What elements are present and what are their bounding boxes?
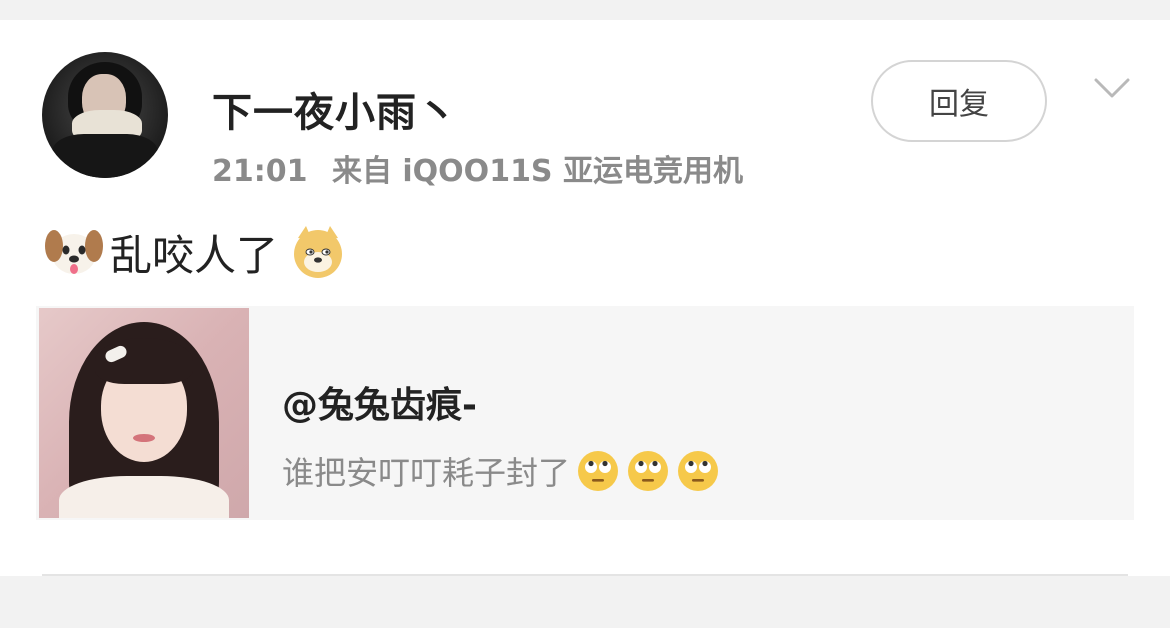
face-with-rolling-eyes-icon bbox=[578, 451, 619, 491]
post-time: 21:01 bbox=[212, 154, 308, 189]
post-source: 来自 iQOO11S 亚运电竞用机 bbox=[331, 154, 743, 189]
quoted-post-thumbnail[interactable] bbox=[39, 308, 249, 518]
quoted-text-row: 谁把安叮叮耗子封了 bbox=[282, 446, 720, 496]
quoted-author[interactable]: @兔兔齿痕- bbox=[282, 376, 477, 428]
divider bbox=[42, 574, 1128, 576]
post-meta: 21:01 来自 iQOO11S 亚运电竞用机 bbox=[212, 146, 743, 190]
face-with-rolling-eyes-icon bbox=[678, 451, 719, 491]
reply-button[interactable]: 回复 bbox=[871, 60, 1047, 142]
thumb-lips bbox=[133, 434, 155, 442]
dog-face-emoji-icon bbox=[45, 230, 103, 274]
chevron-down-icon[interactable] bbox=[1094, 76, 1130, 100]
quoted-text: 谁把安叮叮耗子封了 bbox=[282, 454, 571, 492]
thumb-top bbox=[59, 476, 229, 518]
avatar-coat bbox=[52, 134, 158, 178]
post-text: 乱咬人了 bbox=[110, 230, 279, 280]
username[interactable]: 下一夜小雨丶 bbox=[212, 80, 458, 138]
post-text-row: 乱咬人了 bbox=[44, 222, 354, 282]
quoted-post[interactable]: @兔兔齿痕- 谁把安叮叮耗子封了 bbox=[36, 306, 1134, 520]
face-with-rolling-eyes-icon bbox=[628, 451, 669, 491]
avatar[interactable] bbox=[42, 52, 168, 178]
doge-emoji-icon bbox=[294, 226, 343, 278]
